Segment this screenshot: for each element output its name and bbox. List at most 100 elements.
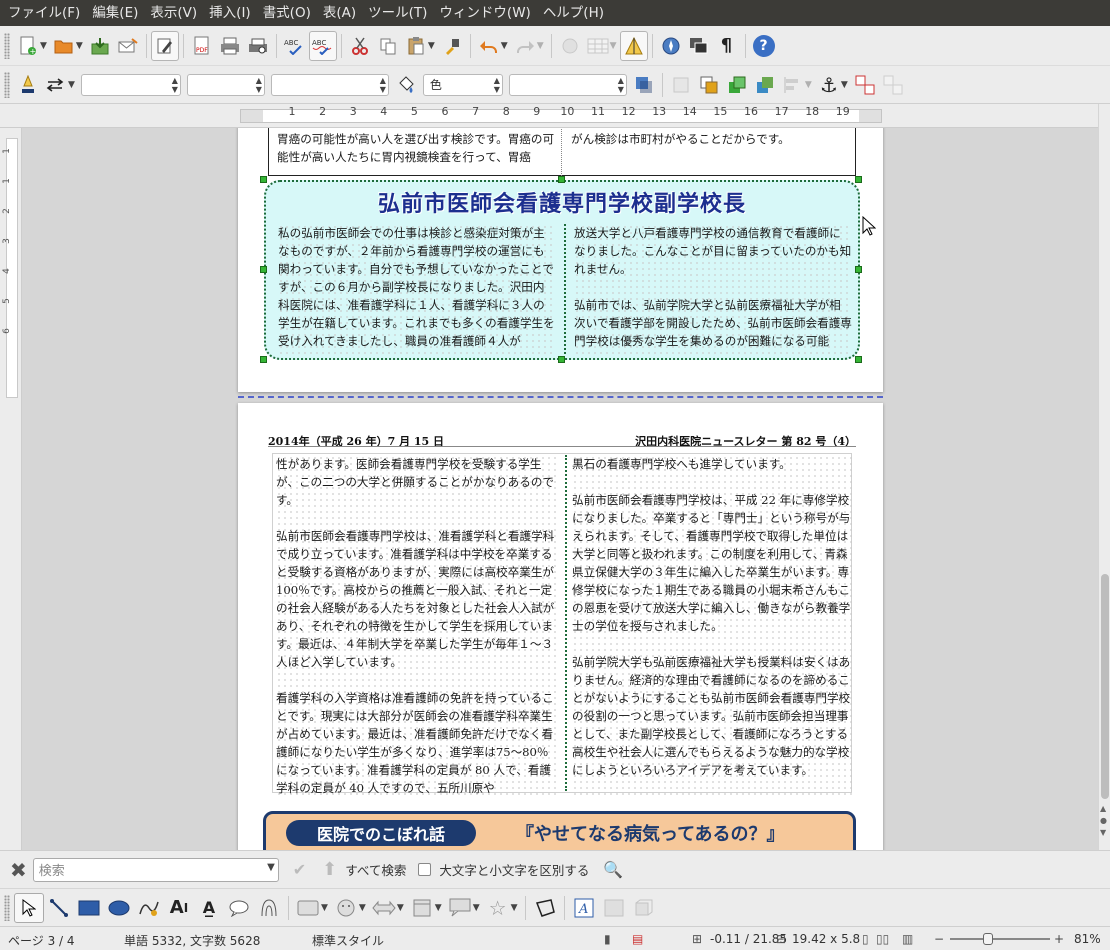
print-icon[interactable]: [216, 31, 244, 61]
menu-file[interactable]: ファイル(F): [2, 0, 86, 26]
stars-icon[interactable]: ☆: [483, 893, 513, 923]
vertical-text-icon[interactable]: A̲: [194, 893, 224, 923]
menu-insert[interactable]: 挿入(I): [203, 0, 257, 26]
scroll-next-page-icon[interactable]: ▼: [1100, 828, 1106, 837]
rectangle-tool-icon[interactable]: [74, 893, 104, 923]
points-icon[interactable]: [530, 893, 560, 923]
symbol-shapes-icon[interactable]: [331, 893, 361, 923]
basic-shapes-icon[interactable]: [293, 893, 323, 923]
page-4[interactable]: 2014年（平成 26 年）7 月 15 日 沢田内科医院ニュースレター 第 8…: [238, 403, 883, 850]
email-icon[interactable]: [114, 31, 142, 61]
flowchart-icon[interactable]: [407, 893, 437, 923]
find-previous-icon[interactable]: ✔: [293, 860, 306, 879]
save-icon[interactable]: [86, 31, 114, 61]
article-title[interactable]: 弘前市医師会看護専門学校副学校長: [266, 186, 858, 218]
from-file-icon[interactable]: [599, 893, 629, 923]
block-arrows-dropdown[interactable]: ▼: [397, 903, 404, 913]
resize-handle-bl[interactable]: [260, 356, 267, 363]
menu-window[interactable]: ウィンドウ(W): [433, 0, 536, 26]
match-case-checkbox[interactable]: [418, 863, 432, 876]
document-area[interactable]: 胃癌の可能性が高い人を選び出す検診です。胃癌の可能性が高い人たちに胃内視鏡検査を…: [22, 128, 1098, 850]
menu-edit[interactable]: 編集(E): [86, 0, 144, 26]
resize-handle-br[interactable]: [855, 356, 862, 363]
export-pdf-icon[interactable]: PDF: [188, 31, 216, 61]
area-style-combo[interactable]: 色 ▲ ▼: [422, 73, 503, 96]
flowchart-dropdown[interactable]: ▼: [435, 903, 442, 913]
shadow-icon[interactable]: [630, 70, 658, 100]
selection-mode-icon[interactable]: ▮: [604, 932, 611, 946]
frame-link-icon[interactable]: [851, 70, 879, 100]
document-modified-icon[interactable]: ▤: [632, 932, 643, 946]
hyperlink-icon[interactable]: [556, 31, 584, 61]
page4-col2[interactable]: 黒石の看護専門学校へも進学しています。 弘前市医師会看護専門学校は、平成 22 …: [572, 455, 852, 795]
column-banner[interactable]: 医院でのこぼれ話 『やせてなる病気ってあるの？』: [263, 811, 856, 850]
auto-spellcheck-icon[interactable]: ABC: [308, 30, 337, 61]
callouts-icon[interactable]: [445, 893, 475, 923]
print-preview-icon[interactable]: [244, 31, 272, 61]
scroll-navigation-icon[interactable]: ●: [1100, 816, 1107, 825]
previous-article-col1[interactable]: 胃癌の可能性が高い人を選び出す検診です。胃癌の可能性が高い人たちに胃内視鏡検査を…: [277, 130, 561, 166]
menu-table[interactable]: 表(A): [317, 0, 362, 26]
text-tool-icon[interactable]: AI: [164, 893, 194, 923]
page4-col1[interactable]: 性があります。医師会看護専門学校を受験する学生が、この二つの大学と併願することが…: [276, 455, 560, 795]
zoom-slider[interactable]: [950, 938, 1050, 940]
previous-article-col2[interactable]: がん検診は市町村がやることだからです。: [571, 130, 851, 148]
align-dropdown-arrow[interactable]: ▼: [805, 80, 812, 90]
page-header[interactable]: 2014年（平成 26 年）7 月 15 日 沢田内科医院ニュースレター 第 8…: [268, 433, 856, 448]
show-draw-functions-icon[interactable]: [619, 30, 648, 61]
table-icon[interactable]: [584, 31, 612, 61]
cut-icon[interactable]: [346, 31, 374, 61]
page-count[interactable]: ページ 3 / 4: [8, 932, 75, 949]
single-page-view-icon[interactable]: ▯: [862, 932, 869, 946]
anchor-icon[interactable]: ⚓: [815, 70, 843, 100]
menu-tools[interactable]: ツール(T): [362, 0, 433, 26]
toolbar-grip[interactable]: [4, 894, 10, 921]
basic-shapes-dropdown[interactable]: ▼: [321, 903, 328, 913]
line-width-field[interactable]: ▲ ▼: [186, 73, 265, 96]
block-arrows-icon[interactable]: [369, 893, 399, 923]
vertical-scrollbar[interactable]: ▲ ● ▼: [1098, 104, 1110, 850]
table-dropdown-arrow[interactable]: ▼: [610, 41, 617, 51]
zoom-out-icon[interactable]: −: [934, 932, 944, 946]
copy-icon[interactable]: [374, 31, 402, 61]
resize-handle-tc[interactable]: [558, 176, 565, 183]
forward-one-icon[interactable]: [723, 70, 751, 100]
find-next-icon[interactable]: ⬆: [322, 859, 337, 880]
close-find-icon[interactable]: ✖: [10, 858, 27, 882]
align-icon[interactable]: [779, 70, 807, 100]
spellcheck-icon[interactable]: ABC: [281, 31, 309, 61]
open-folder-icon[interactable]: [50, 31, 78, 61]
new-document-icon[interactable]: +: [14, 31, 42, 61]
search-input[interactable]: 検索 ▼: [32, 857, 279, 882]
callouts-dropdown[interactable]: ▼: [473, 903, 480, 913]
zoom-level[interactable]: 81%: [1074, 932, 1101, 946]
multi-page-view-icon[interactable]: ▯▯: [876, 932, 889, 946]
area-color-combo[interactable]: ▲ ▼: [508, 73, 627, 96]
unlink-frames-icon[interactable]: [879, 70, 907, 100]
find-all-button[interactable]: すべて検索: [345, 860, 406, 879]
area-fill-icon[interactable]: [392, 70, 420, 100]
help-icon[interactable]: ?: [750, 31, 778, 61]
horizontal-ruler[interactable]: 1 2 3 4 5 6 7 8 9 10 11 12 13 14 15 16 17 18 19: [0, 104, 1110, 128]
previous-article-frame[interactable]: 胃癌の可能性が高い人を選び出す検診です。胃癌の可能性が高い人たちに胃内視鏡検査を…: [268, 128, 856, 176]
line-style-combo[interactable]: ▲ ▼: [80, 73, 181, 96]
search-history-dropdown[interactable]: ▼: [267, 862, 275, 873]
backward-one-icon[interactable]: [751, 70, 779, 100]
toolbar-grip[interactable]: [4, 32, 10, 59]
zoom-in-icon[interactable]: +: [1054, 932, 1064, 946]
resize-handle-mr[interactable]: [855, 266, 862, 273]
scroll-prev-page-icon[interactable]: ▲: [1100, 804, 1106, 813]
line-color-combo[interactable]: ▲ ▼: [270, 73, 389, 96]
undo-icon[interactable]: [475, 31, 503, 61]
navigator-icon[interactable]: [657, 31, 685, 61]
scrollbar-thumb[interactable]: [1101, 574, 1109, 799]
resize-handle-bc[interactable]: [558, 356, 565, 363]
fontwork-icon[interactable]: [254, 893, 284, 923]
select-tool-icon[interactable]: [14, 892, 44, 923]
line-tool-icon[interactable]: [44, 893, 74, 923]
page-style[interactable]: 標準スタイル: [312, 932, 384, 949]
line-style-icon[interactable]: [14, 70, 42, 100]
bring-to-front-icon[interactable]: [695, 70, 723, 100]
page-3[interactable]: 胃癌の可能性が高い人を選び出す検診です。胃癌の可能性が高い人たちに胃内視鏡検査を…: [238, 128, 883, 392]
redo-icon[interactable]: [511, 31, 539, 61]
